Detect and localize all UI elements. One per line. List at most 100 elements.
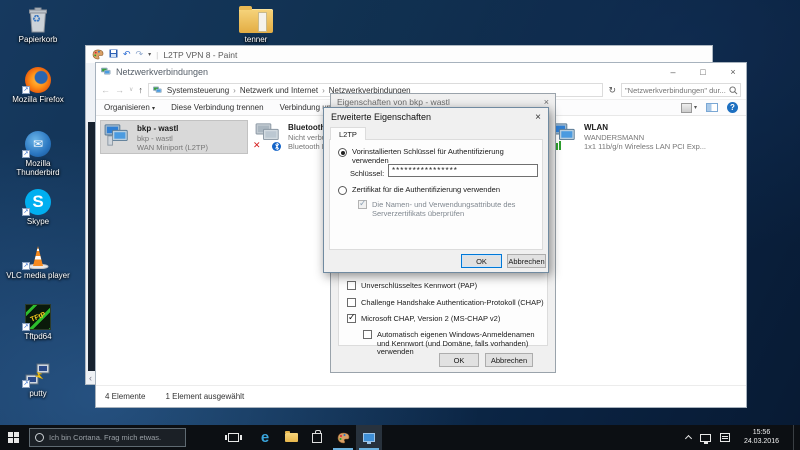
recycle-symbol-icon: ♻ [32, 14, 41, 25]
task-view-button[interactable] [220, 425, 246, 450]
thunderbird-icon: ✉ ↗ [25, 130, 51, 157]
radio-preshared-key[interactable]: Vorinstallierten Schlüssel für Authentif… [338, 148, 542, 165]
chevron-down-icon: ▾ [694, 104, 697, 111]
store-button[interactable] [304, 425, 330, 450]
cortana-input[interactable] [49, 433, 180, 442]
desktop-icon-tftpd64[interactable]: TFtP ↗ Tftpd64 [5, 303, 71, 341]
chevron-up-icon[interactable] [685, 435, 692, 442]
advanced-dialog-title: Erweiterte Eigenschaften [331, 112, 431, 122]
recycle-bin-icon: ♻ [27, 6, 49, 33]
desktop-icon-tenner-folder[interactable]: tenner [223, 3, 289, 44]
refresh-icon[interactable]: ↻ [608, 86, 616, 95]
key-input[interactable] [388, 164, 538, 177]
connection-status: bkp - wastl [137, 134, 208, 144]
connection-item-bkp-wastl[interactable]: bkp - wastl bkp - wastl WAN Miniport (L2… [100, 120, 248, 154]
history-dropdown-icon[interactable]: ∨ [129, 87, 133, 93]
advanced-ok-button[interactable]: OK [461, 254, 502, 268]
bluetooth-icon [272, 142, 281, 151]
vlc-cone-icon: ↗ [25, 242, 51, 269]
chevron-down-icon: ▾ [152, 106, 155, 112]
cortana-search[interactable] [29, 428, 186, 447]
redo-icon[interactable]: ↷ [136, 50, 144, 59]
forward-icon[interactable]: → [115, 86, 124, 95]
close-button[interactable]: × [720, 64, 746, 81]
connection-name: bkp - wastl [137, 124, 208, 134]
connection-item-wlan[interactable]: WLAN WANDERSMANN 1x1 11b/g/n Wireless LA… [548, 120, 744, 154]
paint-app-icon [92, 49, 104, 60]
explorer-window-title: Netzwerkverbindungen [116, 67, 208, 77]
desktop-icon-label: Skype [27, 217, 49, 226]
save-icon[interactable] [109, 49, 118, 60]
properties-ok-button[interactable]: OK [439, 353, 479, 367]
desktop-icon-vlc[interactable]: ↗ VLC media player [5, 242, 71, 280]
checkbox-pap[interactable]: Unverschlüsseltes Kennwort (PAP) [347, 282, 477, 291]
explorer-titlebar[interactable]: Netzwerkverbindungen – □ × [96, 63, 746, 81]
back-icon[interactable]: ← [101, 86, 110, 95]
desktop-icon-label: Tftpd64 [24, 332, 51, 341]
desktop-icon-label: Mozilla Thunderbird [5, 159, 71, 177]
key-label: Schlüssel: [350, 169, 384, 178]
address-location-icon [153, 86, 163, 95]
store-bag-icon [312, 433, 322, 443]
network-connections-taskbar-button[interactable] [356, 425, 382, 450]
start-button[interactable] [0, 425, 26, 450]
status-element-count: 4 Elemente [105, 392, 145, 401]
preview-pane-icon[interactable] [706, 103, 718, 112]
edge-icon: e [261, 430, 269, 445]
checkbox-mschap2[interactable]: Microsoft CHAP, Version 2 (MS-CHAP v2) [347, 315, 500, 324]
desktop-icon-recycle-bin[interactable]: ♻ Papierkorb [5, 6, 71, 44]
scroll-left-arrow[interactable]: ‹ [89, 374, 92, 383]
maximize-button[interactable]: □ [690, 64, 716, 81]
desktop-icon-putty[interactable]: ↗ putty [5, 360, 71, 398]
undo-icon[interactable]: ↶ [123, 50, 131, 59]
cortana-icon [35, 433, 44, 442]
network-tray-icon[interactable] [700, 434, 711, 442]
breadcrumb-systemsteuerung[interactable]: Systemsteuerung [167, 86, 229, 95]
desktop-icon-skype[interactable]: S ↗ Skype [5, 188, 71, 226]
desktop-icon-firefox[interactable]: ↗ Mozilla Firefox [5, 66, 71, 104]
advanced-cancel-button[interactable]: Abbrechen [507, 254, 546, 268]
shortcut-arrow-icon: ↗ [22, 208, 30, 216]
file-explorer-button[interactable] [278, 425, 304, 450]
checkbox-label: Challenge Handshake Authentication-Proto… [361, 299, 544, 308]
minimize-button[interactable]: – [660, 64, 686, 81]
desktop-icon-thunderbird[interactable]: ✉ ↗ Mozilla Thunderbird [5, 130, 71, 177]
windows-logo-icon [8, 432, 19, 443]
connection-device: WAN Miniport (L2TP) [137, 143, 208, 153]
separator: | [156, 50, 158, 60]
checkbox-chap[interactable]: Challenge Handshake Authentication-Proto… [347, 299, 544, 308]
checkbox-label: Unverschlüsseltes Kennwort (PAP) [361, 282, 477, 291]
help-icon[interactable]: ? [727, 102, 738, 113]
tab-l2tp[interactable]: L2TP [330, 127, 366, 140]
explorer-search[interactable] [621, 83, 741, 97]
close-icon[interactable]: × [544, 97, 549, 107]
folder-icon [285, 433, 298, 442]
disconnect-button[interactable]: Diese Verbindung trennen [171, 103, 264, 112]
advanced-dialog-titlebar[interactable]: Erweiterte Eigenschaften × [324, 108, 548, 126]
up-icon[interactable]: ↑ [138, 86, 143, 95]
breadcrumb-netzwerk-und-internet[interactable]: Netzwerk und Internet [240, 86, 318, 95]
organize-menu[interactable]: Organisieren ▾ [104, 103, 155, 112]
edge-button[interactable]: e [252, 425, 278, 450]
checkbox-checked-disabled-icon [358, 200, 367, 209]
paint-taskbar-button[interactable] [330, 425, 356, 450]
radio-certificate[interactable]: Zertifikat für die Authentifizierung ver… [338, 186, 500, 195]
desktop-icon-label: Papierkorb [19, 35, 58, 44]
paint-titlebar[interactable]: ↶ ↷ ▾ | L2TP VPN 8 - Paint [86, 46, 712, 63]
network-window-icon [363, 433, 375, 442]
advanced-properties-dialog: Erweiterte Eigenschaften × L2TP Vorinsta… [323, 107, 549, 273]
properties-cancel-button[interactable]: Abbrechen [485, 353, 533, 367]
action-center-icon[interactable] [720, 433, 730, 442]
properties-dialog-title: Eigenschaften von bkp - wastl [337, 97, 450, 107]
clock-date: 24.03.2016 [744, 438, 779, 447]
close-icon[interactable]: × [535, 112, 541, 123]
disconnected-x-icon: ✕ [253, 141, 261, 150]
taskbar-clock[interactable]: 15:56 24.03.2016 [744, 429, 779, 446]
checkbox-checked-icon [347, 314, 356, 323]
search-input[interactable] [622, 86, 729, 95]
show-desktop-button[interactable] [793, 425, 796, 450]
options-button[interactable]: ▾ [681, 103, 697, 113]
skype-icon: S ↗ [25, 188, 51, 215]
qat-dropdown-icon[interactable]: ▾ [148, 52, 151, 58]
connection-name: WLAN [584, 123, 706, 133]
